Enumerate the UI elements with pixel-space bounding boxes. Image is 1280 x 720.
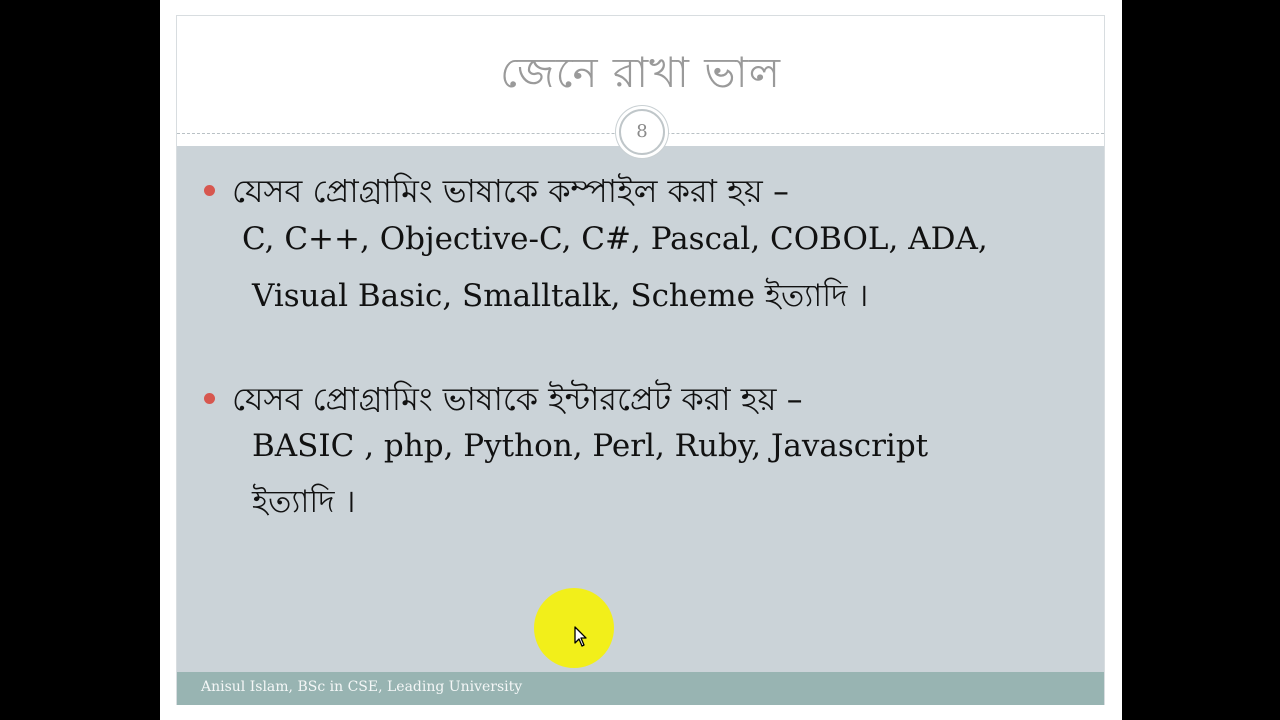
bullet-heading: যেসব প্রোগ্রামিং ভাষাকে ইন্টারপ্রেট করা … [232,380,803,418]
footer-bar: Anisul Islam, BSc in CSE, Leading Univer… [177,672,1104,705]
etc-text: ইত্যাদি । [764,278,869,314]
mouse-pointer-icon [574,626,587,647]
etc-text: ইত্যাদি । [252,484,356,520]
bullet-line: Visual Basic, Smalltalk, Scheme ইত্যাদি … [252,272,868,324]
page-number-badge: 8 [619,109,665,155]
bullet-dot-icon [204,185,215,196]
slide-title: জেনে রাখা ভাল [499,48,782,97]
slide: জেনে রাখা ভাল যেসব প্রোগ্রামিং ভাষাকে কম… [176,15,1105,705]
bullet-dot-icon [204,393,215,404]
bullet-heading: যেসব প্রোগ্রামিং ভাষাকে কম্পাইল করা হয় … [232,172,789,210]
footer-text: Anisul Islam, BSc in CSE, Leading Univer… [201,679,523,695]
bullet-line: C, C++, Objective-C, C#, Pascal, COBOL, … [242,221,988,257]
bullet-line: BASIC , php, Python, Perl, Ruby, Javascr… [252,428,929,464]
content-area: যেসব প্রোগ্রামিং ভাষাকে কম্পাইল করা হয় … [177,146,1104,672]
language-list: Visual Basic, Smalltalk, Scheme [252,278,765,314]
slide-frame: জেনে রাখা ভাল যেসব প্রোগ্রামিং ভাষাকে কম… [160,0,1122,720]
